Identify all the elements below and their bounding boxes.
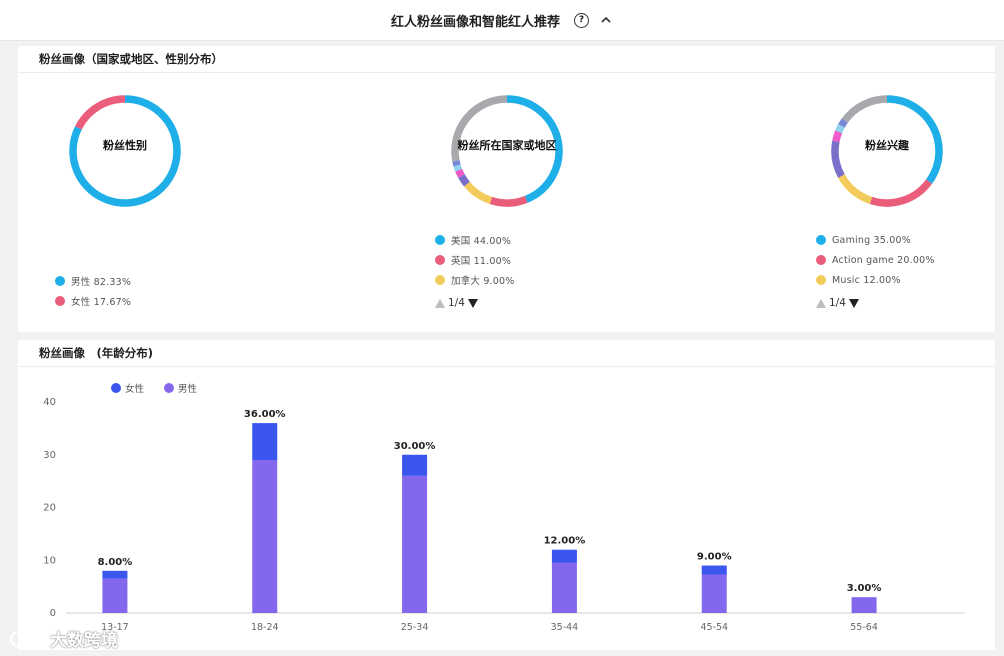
donut-slice[interactable] <box>838 174 873 205</box>
country-legend: 美国 44.00% 英国 11.00% 加拿大 9.00% <box>435 230 515 290</box>
legend-item[interactable]: 男性 82.33% <box>55 271 131 291</box>
bar-male[interactable] <box>402 475 428 613</box>
country-pager: 1/4 <box>435 297 478 309</box>
legend-item[interactable]: 加拿大 9.00% <box>435 270 515 290</box>
bar-value-label: 36.00% <box>244 409 286 420</box>
x-tick-label: 55-64 <box>850 622 878 633</box>
country-donut-label: 粉丝所在国家或地区 <box>457 139 557 152</box>
y-tick-label: 10 <box>43 555 56 566</box>
donut-slice[interactable] <box>869 179 933 207</box>
legend-label[interactable]: 女性 <box>125 383 145 395</box>
bar-female[interactable] <box>402 454 428 476</box>
donut-slice[interactable] <box>841 95 888 123</box>
legend-label[interactable]: 男性 <box>178 383 198 395</box>
bar-male[interactable] <box>551 562 577 613</box>
donut-slice[interactable] <box>838 118 848 128</box>
legend-label: Gaming 35.00% <box>832 234 911 246</box>
geo-gender-card: 粉丝画像（国家或地区、性别分布） 粉丝性别 男性 82.33% 女性 17.67… <box>18 46 995 332</box>
legend-dot[interactable] <box>111 383 121 393</box>
legend-dot[interactable] <box>164 383 174 393</box>
bar-value-label: 30.00% <box>394 441 436 452</box>
legend-item[interactable]: Music 12.00% <box>816 270 935 290</box>
y-tick-label: 0 <box>50 608 56 619</box>
legend-item[interactable]: 女性 17.67% <box>55 291 131 311</box>
geo-card-title: 粉丝画像（国家或地区、性别分布） <box>18 46 995 73</box>
legend-dot <box>435 275 445 285</box>
bar-male[interactable] <box>252 460 278 613</box>
bar-female[interactable] <box>252 423 278 461</box>
prev-page-icon[interactable] <box>816 298 826 308</box>
legend-label: Music 12.00% <box>832 274 901 286</box>
bar-value-label: 3.00% <box>847 583 882 594</box>
donut-slice[interactable] <box>489 195 528 207</box>
donut-slice[interactable] <box>458 174 470 187</box>
watermark: 大数跨境 <box>8 626 118 651</box>
bar-female[interactable] <box>701 565 727 575</box>
x-tick-label: 18-24 <box>251 622 279 633</box>
y-tick-label: 30 <box>43 450 56 461</box>
next-page-icon[interactable] <box>467 298 478 308</box>
legend-dot <box>435 255 445 265</box>
page-indicator: 1/4 <box>448 297 465 309</box>
age-bar-chart[interactable]: 0102030408.00%13-1736.00%18-2430.00%25-3… <box>18 367 995 650</box>
bar-male[interactable] <box>851 597 877 613</box>
donut-slice[interactable] <box>452 160 461 167</box>
donut-slice[interactable] <box>75 95 126 130</box>
bar-male[interactable] <box>102 578 128 613</box>
legend-label: 男性 82.33% <box>71 277 132 288</box>
x-tick-label: 25-34 <box>401 622 429 633</box>
y-tick-label: 40 <box>43 397 56 408</box>
legend-label: 加拿大 9.00% <box>451 276 515 287</box>
section-title: 红人粉丝画像和智能红人推荐 <box>390 14 560 30</box>
y-tick-label: 20 <box>43 503 56 514</box>
interest-donut-label: 粉丝兴趣 <box>865 139 909 152</box>
legend-item[interactable]: 英国 11.00% <box>435 250 515 270</box>
legend-item[interactable]: 美国 44.00% <box>435 230 515 250</box>
bar-male[interactable] <box>701 574 727 613</box>
interest-legend: Gaming 35.00% Action game 20.00% Music 1… <box>816 230 935 290</box>
watermark-text: 大数跨境 <box>50 631 118 651</box>
bar-female[interactable] <box>102 570 128 579</box>
legend-dot <box>816 275 826 285</box>
bar-value-label: 12.00% <box>544 536 586 547</box>
chevron-up-icon[interactable] <box>599 13 613 27</box>
donut-slice[interactable] <box>455 168 465 178</box>
x-tick-label: 35-44 <box>551 622 579 633</box>
section-header[interactable]: 红人粉丝画像和智能红人推荐 ? <box>0 0 1004 41</box>
legend-label: 美国 44.00% <box>451 236 512 247</box>
legend-label: 英国 11.00% <box>451 256 512 267</box>
help-icon[interactable]: ? <box>574 12 589 28</box>
legend-item[interactable]: Action game 20.00% <box>816 250 935 270</box>
gender-donut-label: 粉丝性别 <box>103 139 147 152</box>
age-distribution-card: 粉丝画像 (年龄分布) 0 10 20 30 40 8.00% 13-17 36.00% 18-… <box>18 340 995 650</box>
legend-item[interactable]: Gaming 35.00% <box>816 230 935 250</box>
legend-label: Action game 20.00% <box>832 254 935 266</box>
legend-dot <box>816 235 826 245</box>
gender-legend: 男性 82.33% 女性 17.67% <box>55 271 131 311</box>
x-tick-label: 45-54 <box>700 622 728 633</box>
prev-page-icon[interactable] <box>435 298 445 308</box>
bar-female[interactable] <box>551 549 577 563</box>
legend-dot <box>55 296 65 306</box>
bar-value-label: 8.00% <box>98 557 133 568</box>
legend-dot <box>435 235 445 245</box>
legend-dot <box>55 276 65 286</box>
age-card-title: 粉丝画像 (年龄分布) <box>18 340 995 367</box>
legend-label: 女性 17.67% <box>71 297 132 308</box>
page-indicator: 1/4 <box>829 297 846 309</box>
interest-pager: 1/4 <box>816 297 859 309</box>
donut-slice[interactable] <box>835 124 845 134</box>
watermark-logo-icon <box>10 630 44 647</box>
bar-value-label: 9.00% <box>697 552 732 563</box>
donut-slice[interactable] <box>453 164 463 172</box>
legend-dot <box>816 255 826 265</box>
donut-slice[interactable] <box>464 181 493 205</box>
next-page-icon[interactable] <box>848 298 859 308</box>
